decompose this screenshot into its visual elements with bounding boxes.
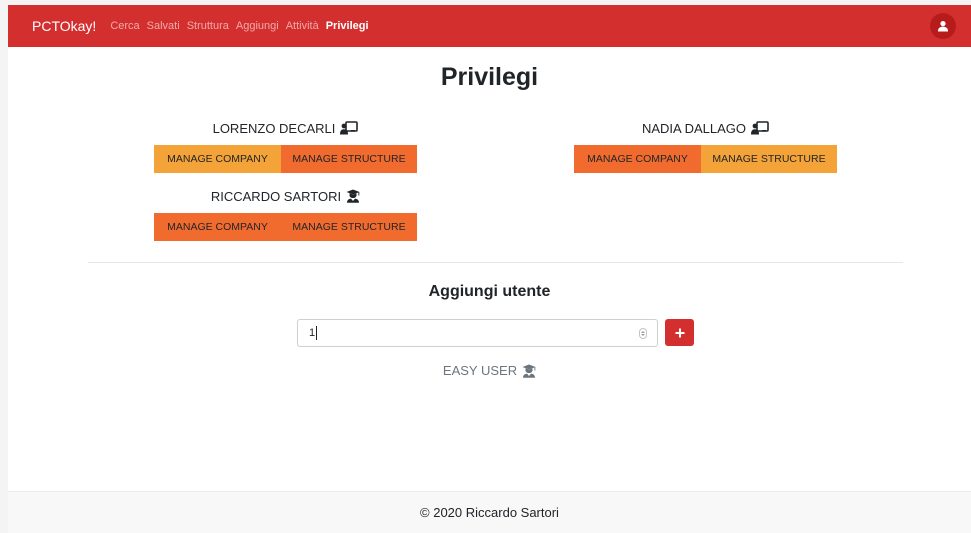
user-card-riccardo: RICCARDO SARTORI MANAGE COMPANY MANAGE S… — [154, 187, 417, 241]
add-user-title: Aggiungi utente — [428, 283, 551, 300]
page: PCTOkay! Cerca Salvati Struttura Aggiung… — [8, 5, 971, 533]
nav-link-cerca[interactable]: Cerca — [110, 20, 139, 32]
user-name: NADIA DALLAGO — [641, 120, 747, 136]
nav-link-struttura[interactable]: Struttura — [187, 20, 229, 32]
text-caret — [316, 326, 318, 340]
manage-company-button[interactable]: MANAGE COMPANY — [154, 213, 281, 241]
user-name-row: RICCARDO SARTORI — [154, 187, 417, 205]
privilege-button-group: MANAGE COMPANY MANAGE STRUCTURE — [574, 145, 837, 173]
teacher-icon — [751, 121, 769, 135]
student-icon — [346, 189, 360, 203]
student-icon — [522, 364, 536, 378]
plus-icon — [675, 328, 684, 337]
user-icon — [938, 21, 948, 32]
nav-link-aggiungi[interactable]: Aggiungi — [236, 20, 279, 32]
teacher-icon — [340, 121, 359, 135]
manage-structure-button[interactable]: MANAGE STRUCTURE — [701, 145, 837, 173]
user-name: LORENZO DECARLI — [212, 120, 336, 136]
add-user-button[interactable] — [665, 319, 694, 346]
privilege-button-group: MANAGE COMPANY MANAGE STRUCTURE — [154, 213, 417, 241]
user-name-row: NADIA DALLAGO — [574, 119, 837, 137]
number-stepper-icon[interactable] — [639, 328, 647, 339]
footer-copyright: © 2020 Riccardo Sartori — [420, 505, 559, 520]
result-user-name: EASY USER — [442, 363, 518, 378]
nav-link-privilegi[interactable]: Privilegi — [326, 20, 369, 32]
user-name: RICCARDO SARTORI — [210, 188, 342, 204]
manage-structure-button[interactable]: MANAGE STRUCTURE — [281, 213, 417, 241]
user-search-value: 1 — [309, 327, 316, 339]
search-result-user[interactable]: EASY USER — [8, 363, 971, 378]
brand-logo[interactable]: PCTOkay! — [32, 18, 96, 34]
user-avatar-button[interactable] — [930, 13, 956, 39]
user-card-nadia: NADIA DALLAGO MANAGE COMPANY MANAGE STRU… — [574, 119, 837, 173]
manage-company-button[interactable]: MANAGE COMPANY — [154, 145, 281, 173]
nav-link-salvati[interactable]: Salvati — [147, 20, 180, 32]
user-search-input[interactable]: 1 — [297, 319, 658, 347]
page-title: Privilegi — [440, 63, 539, 91]
user-card-lorenzo: LORENZO DECARLI MANAGE COMPANY MANAGE ST… — [154, 119, 417, 173]
top-navbar: PCTOkay! Cerca Salvati Struttura Aggiung… — [8, 5, 971, 47]
section-divider — [88, 262, 903, 263]
manage-company-button[interactable]: MANAGE COMPANY — [574, 145, 701, 173]
manage-structure-button[interactable]: MANAGE STRUCTURE — [281, 145, 417, 173]
privilege-button-group: MANAGE COMPANY MANAGE STRUCTURE — [154, 145, 417, 173]
nav-links: Cerca Salvati Struttura Aggiungi Attivit… — [110, 20, 375, 32]
page-footer: © 2020 Riccardo Sartori — [8, 491, 971, 533]
nav-link-attivita[interactable]: Attività — [286, 20, 319, 32]
user-name-row: LORENZO DECARLI — [154, 119, 417, 137]
